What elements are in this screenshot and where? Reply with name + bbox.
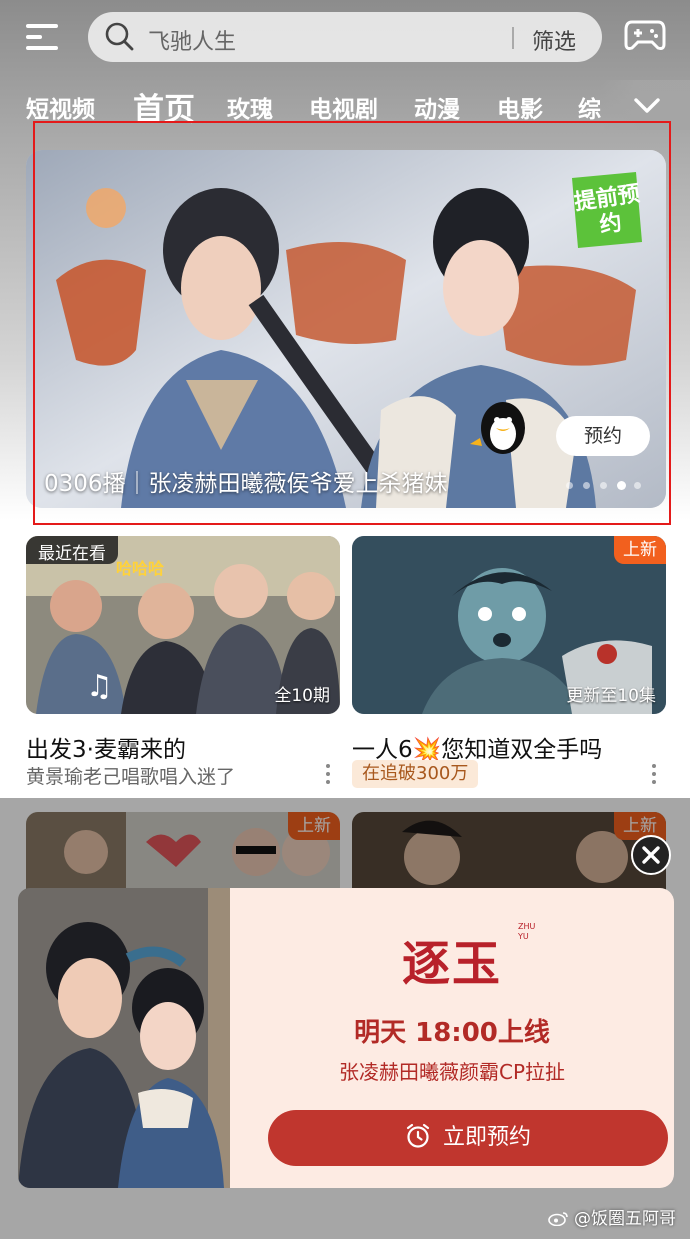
search-icon xyxy=(105,22,134,51)
tab-variety[interactable]: 综 xyxy=(578,90,601,124)
video-thumbnail[interactable]: ♫ 哈哈哈 最近在看 全10期 xyxy=(26,536,340,714)
recently-watched-tag: 最近在看 xyxy=(26,536,118,564)
menu-icon[interactable] xyxy=(26,22,62,52)
episode-count: 更新至10集 xyxy=(566,686,656,706)
video-thumbnail[interactable]: 上新 更新至10集 xyxy=(352,536,666,714)
promo-popup: 逐玉 ZHU YU 明天 18:00上线 张凌赫田曦薇颜霸CP拉扯 立即预约 xyxy=(18,888,674,1188)
tab-movies[interactable]: 电影 xyxy=(497,90,543,124)
episode-count: 全10期 xyxy=(274,686,330,706)
show-logo: 逐玉 xyxy=(402,936,503,992)
more-options-icon[interactable] xyxy=(326,764,332,786)
watermark-text: @饭圈五阿哥 xyxy=(574,1209,676,1229)
video-card[interactable]: ♫ 哈哈哈 最近在看 全10期 出发3·麦霸来的 黄景瑜老己唱歌唱入迷了 xyxy=(26,536,340,796)
popularity-chip: 在追破300万 xyxy=(352,760,479,788)
close-icon xyxy=(642,846,660,864)
card-title[interactable]: 一人6💥您知道双全手吗 xyxy=(352,730,602,764)
popup-poster-image xyxy=(18,888,230,1188)
more-options-icon[interactable] xyxy=(652,764,658,786)
gamepad-icon[interactable] xyxy=(624,18,666,52)
release-time: 明天 18:00上线 xyxy=(354,1018,550,1048)
card-title[interactable]: 出发3·麦霸来的 xyxy=(26,730,186,764)
watermark: @饭圈五阿哥 xyxy=(548,1204,676,1229)
svg-text:哈哈哈: 哈哈哈 xyxy=(116,559,164,578)
reserve-now-label: 立即预约 xyxy=(442,1125,531,1150)
search-divider xyxy=(512,27,514,49)
header: 飞驰人生 筛选 xyxy=(0,10,690,66)
video-card[interactable]: 上新 更新至10集 一人6💥您知道双全手吗 在追破300万 xyxy=(352,536,666,796)
filter-button[interactable]: 筛选 xyxy=(532,24,576,56)
chevron-down-icon[interactable] xyxy=(632,92,662,118)
search-bar[interactable]: 飞驰人生 筛选 xyxy=(88,12,602,62)
search-placeholder: 飞驰人生 xyxy=(148,30,237,55)
new-release-tag: 上新 xyxy=(614,536,666,564)
close-popup-button[interactable] xyxy=(631,835,671,875)
tab-short-video[interactable]: 短视频 xyxy=(26,90,95,124)
tab-rose[interactable]: 玫瑰 xyxy=(227,90,273,124)
reserve-now-button[interactable]: 立即预约 xyxy=(268,1110,668,1166)
highlight-box xyxy=(33,121,671,525)
weibo-icon xyxy=(548,1212,568,1226)
alarm-clock-icon xyxy=(406,1123,430,1148)
card-subtitle: 黄景瑜老己唱歌唱入迷了 xyxy=(26,766,236,788)
show-logo-pinyin: ZHU YU xyxy=(518,922,536,941)
tab-tv-series[interactable]: 电视剧 xyxy=(309,90,378,124)
popup-poster[interactable] xyxy=(18,888,230,1188)
popup-card: 逐玉 ZHU YU 明天 18:00上线 张凌赫田曦薇颜霸CP拉扯 立即预约 xyxy=(230,888,674,1188)
tab-anime[interactable]: 动漫 xyxy=(414,90,460,124)
svg-text:♫: ♫ xyxy=(86,669,113,704)
popup-tagline: 张凌赫田曦薇颜霸CP拉扯 xyxy=(338,1060,566,1084)
